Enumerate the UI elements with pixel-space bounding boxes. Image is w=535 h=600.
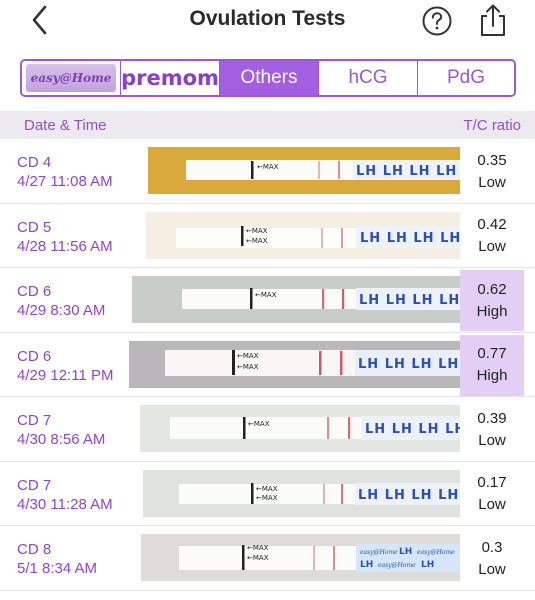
column-date-time: Date & Time (24, 117, 107, 134)
segment-pdg[interactable]: PdG (418, 61, 514, 95)
cycle-day: CD 5 (17, 218, 52, 236)
svg-text:LH LH LH LH LH: LH LH LH LH LH (356, 164, 460, 179)
svg-text:LH LH LH LH LH: LH LH LH LH LH (359, 293, 460, 308)
cycle-day: CD 8 (17, 541, 52, 558)
test-row[interactable]: CD 6 4/29 12:11 PM ←MAX ←MAX LH LH LH LH… (0, 333, 535, 397)
segment-hcg[interactable]: hCG (319, 61, 418, 95)
tc-level: High (476, 367, 508, 384)
svg-text:LH: LH (360, 560, 373, 570)
tc-ratio-value: 0.3 (481, 538, 503, 556)
test-strip-photo[interactable]: ←MAX ←MAX easy@Home LH easy@Home LH easy… (141, 534, 460, 581)
test-datetime: 4/28 11:56 AM (17, 237, 113, 255)
tc-level: Low (478, 496, 506, 513)
tc-ratio-value: 0.39 (477, 409, 507, 427)
share-icon[interactable] (478, 2, 508, 38)
svg-text:easy@Home: easy@Home (378, 562, 416, 569)
tc-ratio-value: 0.77 (477, 345, 507, 362)
tc-ratio-cell: 0.39 Low (460, 399, 524, 460)
strip-brand-text: easy@Home (360, 549, 398, 556)
row-date: CD 7 4/30 11:28 AM (17, 476, 113, 514)
tc-ratio-cell: 0.42 Low (460, 206, 524, 267)
test-datetime: 4/29 12:11 PM (17, 366, 114, 384)
test-strip-photo[interactable]: ←MAX ←MAX LH LH LH LH LH (146, 211, 460, 259)
test-row[interactable]: CD 4 4/27 11:08 AM ←MAX LH LH LH LH LH 0… (0, 139, 535, 204)
cycle-day: CD 4 (17, 154, 52, 171)
test-strip-photo[interactable]: ←MAX LH LH LH LH LH (140, 405, 460, 452)
tc-ratio-value: 0.35 (477, 151, 507, 169)
svg-text:←MAX: ←MAX (247, 544, 269, 552)
strip-max-label: ←MAX (257, 163, 279, 171)
svg-text:LH LH LH LH LH: LH LH LH LH LH (360, 231, 460, 246)
row-date: CD 5 4/28 11:56 AM (17, 218, 113, 256)
test-strip-photo[interactable]: ←MAX LH LH LH LH LH (132, 276, 460, 323)
cycle-day: CD 7 (17, 476, 52, 494)
tc-ratio-value: 0.62 (477, 280, 507, 298)
test-datetime: 4/27 11:08 AM (17, 173, 113, 190)
segment-easyathome[interactable]: easy@Home (22, 61, 121, 95)
tc-ratio-value: 0.42 (477, 216, 507, 233)
test-datetime: 5/1 8:34 AM (17, 560, 98, 577)
svg-text:←MAX: ←MAX (248, 420, 270, 428)
page-title: Ovulation Tests (189, 7, 346, 30)
svg-text:←MAX: ←MAX (246, 237, 268, 245)
row-date: CD 4 4/27 11:08 AM (17, 153, 113, 191)
test-strip-photo[interactable]: ←MAX ←MAX LH LH LH LH LH (129, 340, 460, 388)
column-tc-ratio: T/C ratio (463, 117, 521, 134)
svg-text:←MAX: ←MAX (256, 485, 278, 493)
premom-logo: premom (121, 66, 219, 90)
nav-bar: Ovulation Tests (0, 0, 535, 44)
tc-ratio-cell: 0.3 Low (460, 528, 524, 589)
table-header: Date & Time T/C ratio (0, 111, 535, 139)
test-row[interactable]: CD 5 4/28 11:56 AM ←MAX ←MAX LH LH LH LH… (0, 204, 535, 268)
segment-premom[interactable]: premom (121, 61, 220, 95)
row-date: CD 7 4/30 8:56 AM (17, 411, 105, 449)
segment-others[interactable]: Others (220, 61, 319, 95)
test-strip-photo[interactable]: ←MAX ←MAX LH LH LH LH LH (143, 469, 460, 517)
svg-text:LH: LH (421, 560, 434, 570)
tc-ratio-cell: 0.17 Low (460, 464, 524, 525)
svg-text:←MAX: ←MAX (246, 227, 268, 235)
test-row[interactable]: CD 7 4/30 11:28 AM ←MAX ←MAX LH LH LH LH… (0, 462, 535, 526)
segment-hcg-label: hCG (348, 67, 388, 88)
test-datetime: 4/30 11:28 AM (17, 495, 113, 513)
svg-text:←MAX: ←MAX (247, 554, 269, 562)
test-datetime: 4/30 8:56 AM (17, 431, 106, 448)
svg-text:LH LH LH LH LH: LH LH LH LH LH (358, 488, 460, 503)
test-strip-photo[interactable]: ←MAX LH LH LH LH LH (148, 147, 460, 194)
tc-level: Low (478, 173, 506, 191)
test-row[interactable]: CD 6 4/29 8:30 AM ←MAX LH LH LH LH LH 0.… (0, 268, 535, 333)
svg-text:LH LH LH LH LH: LH LH LH LH LH (365, 422, 460, 437)
svg-text:←MAX: ←MAX (256, 494, 278, 502)
brand-segmented-control: easy@Home premom Others hCG PdG (20, 59, 516, 97)
svg-text:easy@Home: easy@Home (417, 549, 455, 556)
svg-text:LH LH LH LH LH: LH LH LH LH LH (358, 357, 460, 372)
row-date: CD 8 5/1 8:34 AM (17, 540, 97, 578)
segment-others-label: Others (240, 67, 298, 88)
test-row[interactable]: CD 7 4/30 8:56 AM ←MAX LH LH LH LH LH 0.… (0, 397, 535, 462)
tc-ratio-cell: 0.62 High (460, 270, 524, 331)
cycle-day: CD 6 (17, 283, 52, 300)
svg-text:←MAX: ←MAX (237, 352, 259, 360)
cycle-day: CD 7 (17, 412, 52, 429)
tc-level: Low (478, 560, 506, 578)
tc-level: Low (478, 238, 506, 255)
row-date: CD 6 4/29 12:11 PM (17, 347, 113, 385)
test-row[interactable]: CD 8 5/1 8:34 AM ←MAX ←MAX easy@Home LH … (0, 526, 535, 591)
test-list: CD 4 4/27 11:08 AM ←MAX LH LH LH LH LH 0… (0, 139, 535, 591)
svg-text:←MAX: ←MAX (237, 363, 259, 371)
easyathome-logo: easy@Home (26, 64, 116, 92)
tc-ratio-cell: 0.77 High (460, 334, 524, 396)
svg-text:←MAX: ←MAX (255, 291, 277, 299)
tc-level: Low (478, 431, 506, 449)
tc-level: High (476, 302, 508, 320)
row-date: CD 6 4/29 8:30 AM (17, 282, 105, 320)
tc-ratio-cell: 0.35 Low (460, 141, 524, 202)
test-datetime: 4/29 8:30 AM (17, 302, 106, 319)
tc-ratio-value: 0.17 (477, 474, 507, 491)
question-circle-icon[interactable] (421, 5, 453, 37)
cycle-day: CD 6 (17, 347, 52, 365)
svg-text:LH: LH (399, 547, 412, 557)
segment-pdg-label: PdG (446, 67, 486, 88)
